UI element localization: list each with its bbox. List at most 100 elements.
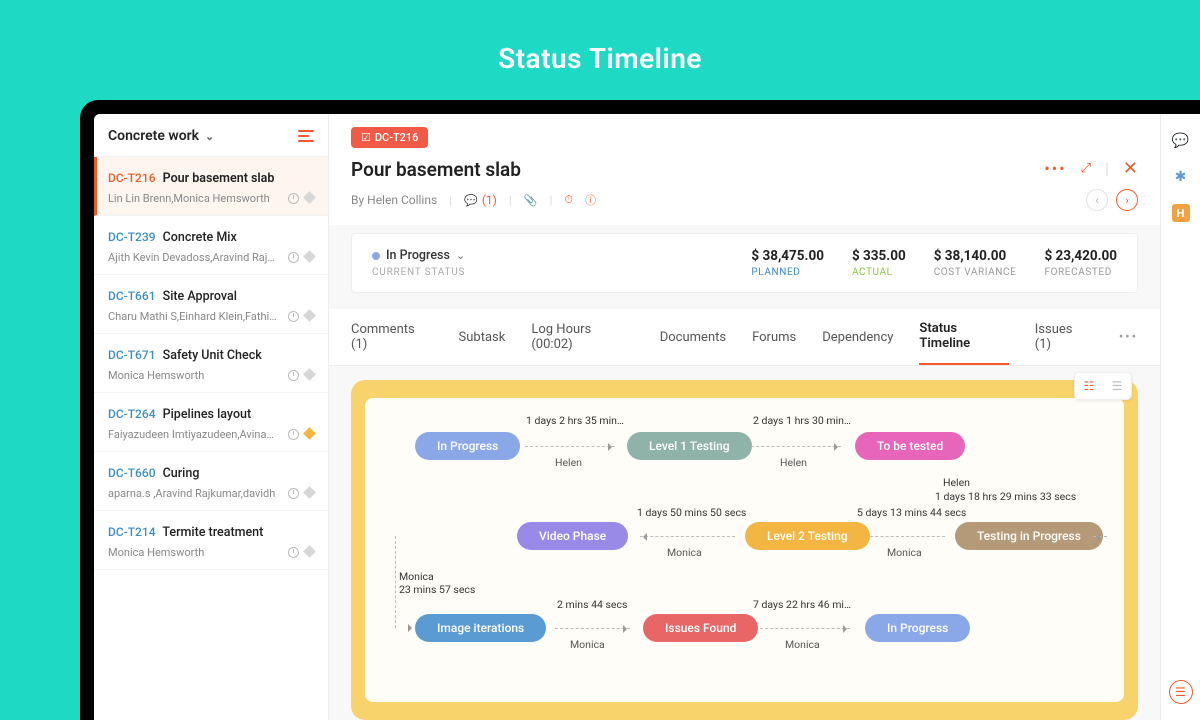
cost-value: $ 23,420.00 — [1044, 248, 1117, 264]
edge-author: Monica — [570, 638, 605, 651]
feedback-icon[interactable]: ☰ — [1169, 680, 1193, 704]
task-item[interactable]: DC-T671 Safety Unit CheckMonica Hemswort… — [94, 334, 328, 393]
attachment-icon[interactable]: 📎 — [524, 194, 538, 207]
task-id: DC-T214 — [108, 525, 156, 539]
cost-block: $ 335.00ACTUAL — [852, 248, 906, 278]
node-level1-testing[interactable]: Level 1 Testing — [627, 432, 752, 460]
view-toggle: ☷ ☰ — [1074, 372, 1132, 400]
tab-more-icon[interactable]: ••• — [1119, 318, 1138, 357]
task-title: Curing — [160, 466, 200, 481]
cost-label: ACTUAL — [852, 267, 906, 278]
cost-block: $ 23,420.00 FORECASTED — [1044, 248, 1117, 278]
expand-icon[interactable]: ⤢ — [1081, 161, 1091, 176]
task-id: DC-T216 — [108, 171, 156, 185]
tab-status-timeline[interactable]: Status Timeline — [919, 309, 1008, 365]
cost-label: FORECASTED — [1044, 267, 1117, 278]
node-video-phase[interactable]: Video Phase — [517, 522, 628, 550]
cost-value: $ 38,475.00 — [751, 248, 824, 264]
cost-block: $ 38,475.00 PLANNED — [751, 248, 824, 278]
task-assignees: Charu Mathi S,Einhard Klein,Fathima… — [108, 310, 278, 323]
edge-duration: 1 days 18 hrs 29 mins 33 secs — [935, 490, 1076, 503]
task-id: DC-T661 — [108, 289, 156, 303]
tab-documents[interactable]: Documents — [660, 318, 726, 357]
task-list: DC-T216 Pour basement slab Lin Lin Brenn,… — [94, 157, 328, 570]
task-item[interactable]: DC-T216 Pour basement slab Lin Lin Brenn,… — [94, 157, 328, 216]
task-item[interactable]: DC-T214 Termite treatmentMonica Hemswort… — [94, 511, 328, 570]
task-id: DC-T264 — [108, 407, 156, 421]
node-image-iterations[interactable]: Image iterations — [415, 614, 546, 642]
cost-value: $ 38,140.00 — [934, 248, 1017, 264]
settings-icon[interactable]: ✱ — [1172, 168, 1190, 186]
tab-forums[interactable]: Forums — [752, 318, 796, 357]
task-title: Pipelines layout — [160, 407, 252, 422]
info-icon[interactable]: ⓘ — [585, 192, 596, 208]
node-level2-testing[interactable]: Level 2 Testing — [745, 522, 870, 550]
node-in-progress[interactable]: In Progress — [415, 432, 520, 460]
edge-arrow — [640, 536, 735, 537]
tab-dependency[interactable]: Dependency — [822, 318, 893, 357]
prev-button[interactable]: ‹ — [1086, 189, 1108, 211]
page-title: Pour basement slab — [351, 158, 521, 181]
edge-arrow — [525, 446, 615, 447]
device-frame: Concrete work ⌄ DC-T216 Pour basement sl… — [80, 100, 1200, 720]
edge-author: Monica — [887, 546, 922, 559]
node-testing-in-progress[interactable]: Testing in Progress — [955, 522, 1103, 550]
project-selector[interactable]: Concrete work ⌄ — [108, 128, 214, 144]
edge-duration: 1 days 50 mins 50 secs — [637, 506, 746, 519]
task-title: Pour basement slab — [160, 171, 275, 186]
clock-icon — [288, 311, 299, 322]
priority-icon — [303, 191, 316, 204]
next-button[interactable]: › — [1116, 189, 1138, 211]
tab-log-hours-[interactable]: Log Hours (00:02) — [531, 310, 633, 364]
task-assignees: Faiyazudeen Imtiyazudeen,Avinash … — [108, 428, 278, 441]
project-name: Concrete work — [108, 128, 199, 144]
right-rail: 💬 ✱ H ☰ — [1160, 114, 1200, 720]
edge-duration: 5 days 13 mins 44 secs — [857, 506, 966, 519]
edge-author: Monica — [785, 638, 820, 651]
priority-icon — [303, 250, 316, 263]
clock-icon — [288, 252, 299, 263]
chevron-down-icon: ⌄ — [456, 249, 465, 262]
task-id: DC-T671 — [108, 348, 156, 362]
timeline-canvas[interactable]: In Progress 1 days 2 hrs 35 min… Helen L… — [365, 398, 1124, 702]
task-item[interactable]: DC-T239 Concrete MixAjith Kevin Devadoss… — [94, 216, 328, 275]
edge-duration: 7 days 22 hrs 46 mi… — [747, 598, 857, 611]
comment-icon[interactable]: 💬 — [464, 194, 478, 207]
collapse-sidebar-icon[interactable] — [298, 130, 314, 142]
view-flow-button[interactable]: ☷ — [1075, 373, 1103, 399]
task-item[interactable]: DC-T661 Site ApprovalCharu Mathi S,Einha… — [94, 275, 328, 334]
task-item[interactable]: DC-T660 Curingaparna.s ,Aravind Rajkumar… — [94, 452, 328, 511]
node-in-progress-2[interactable]: In Progress — [865, 614, 970, 642]
node-to-be-tested[interactable]: To be tested — [855, 432, 965, 460]
status-dropdown[interactable]: In Progress ⌄ — [372, 248, 465, 263]
cost-label: PLANNED — [751, 267, 824, 278]
task-item[interactable]: DC-T264 Pipelines layout Faiyazudeen Imti… — [94, 393, 328, 452]
task-assignees: Monica Hemsworth — [108, 369, 204, 382]
edge-author: Helen — [780, 456, 807, 469]
tab-comments-[interactable]: Comments (1) — [351, 310, 433, 364]
timer-icon[interactable]: ⏱ — [564, 193, 573, 207]
priority-icon — [303, 427, 316, 440]
page-header: ☑ DC-T216 Pour basement slab ••• ⤢ | ✕ B… — [329, 114, 1160, 225]
more-icon[interactable]: ••• — [1044, 159, 1066, 178]
app-screen: Concrete work ⌄ DC-T216 Pour basement sl… — [94, 114, 1200, 720]
priority-icon — [303, 486, 316, 499]
cost-summary: $ 38,475.00 PLANNED $ 335.00ACTUAL $ 38,140… — [751, 248, 1117, 278]
view-list-button[interactable]: ☰ — [1103, 373, 1131, 399]
task-id-badge[interactable]: ☑ DC-T216 — [351, 127, 428, 148]
chat-icon[interactable]: 💬 — [1172, 132, 1190, 150]
tabs: Comments (1) Subtask Log Hours (00:02) Docu… — [329, 309, 1160, 366]
byline: By Helen Collins | 💬 (1) | 📎 | ⏱ ⓘ ‹ › — [351, 189, 1138, 225]
tab-issues-[interactable]: Issues (1) — [1035, 310, 1091, 364]
status-text: In Progress — [386, 248, 450, 263]
clock-icon — [288, 488, 299, 499]
priority-icon — [303, 368, 316, 381]
edge-duration: 2 mins 44 secs — [557, 598, 627, 611]
help-icon[interactable]: H — [1172, 204, 1190, 222]
task-assignees: Lin Lin Brenn,Monica Hemsworth — [108, 192, 270, 205]
tab-subtask[interactable]: Subtask — [459, 318, 506, 357]
node-issues-found[interactable]: Issues Found — [643, 614, 758, 642]
chevron-down-icon: ⌄ — [205, 130, 214, 143]
close-icon[interactable]: ✕ — [1123, 158, 1138, 179]
author: By Helen Collins — [351, 193, 437, 207]
